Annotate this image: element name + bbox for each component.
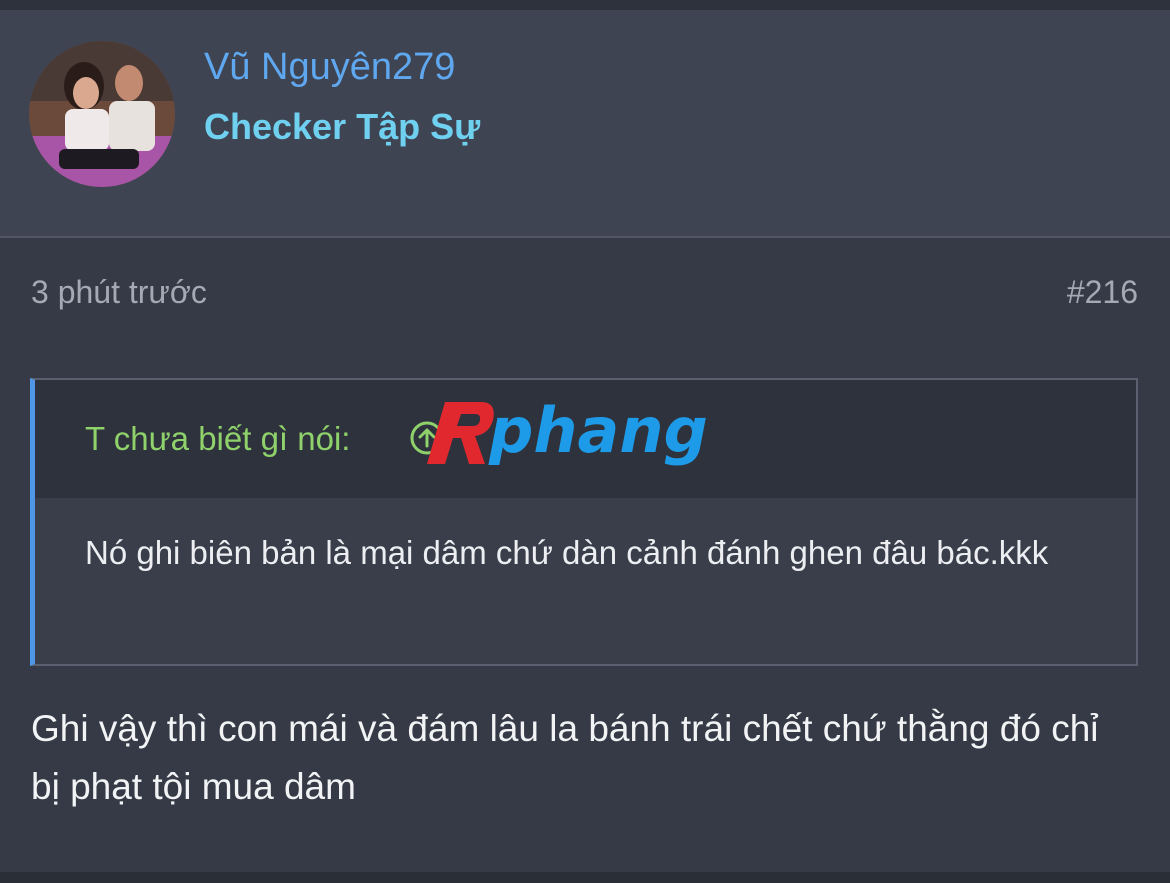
top-band [0,0,1170,10]
post-card: Vũ Nguyên279 Checker Tập Sự 3 phút trước… [0,10,1170,872]
avatar-photo [29,41,175,187]
bottom-band [0,872,1170,883]
post-time: 3 phút trước [31,274,207,310]
watermark-text: phang [488,394,708,467]
post-header: Vũ Nguyên279 Checker Tập Sự [0,10,1170,238]
watermark-logo: phang [419,392,759,477]
username-link[interactable]: Vũ Nguyên279 [204,46,455,89]
quote-header: T chưa biết gì nói: phang [35,380,1136,498]
quote-author[interactable]: T chưa biết gì nói: [85,420,350,458]
quote-block: T chưa biết gì nói: phang Nó ghi biên bả… [30,378,1138,666]
post-number-link[interactable]: #216 [1067,274,1138,311]
quote-text: Nó ghi biên bản là mại dâm chứ dàn cảnh … [85,534,1049,571]
user-title: Checker Tập Sự [204,106,481,147]
post-body: Ghi vậy thì con mái và đám lâu la bánh t… [31,708,1099,807]
avatar[interactable] [29,41,175,187]
